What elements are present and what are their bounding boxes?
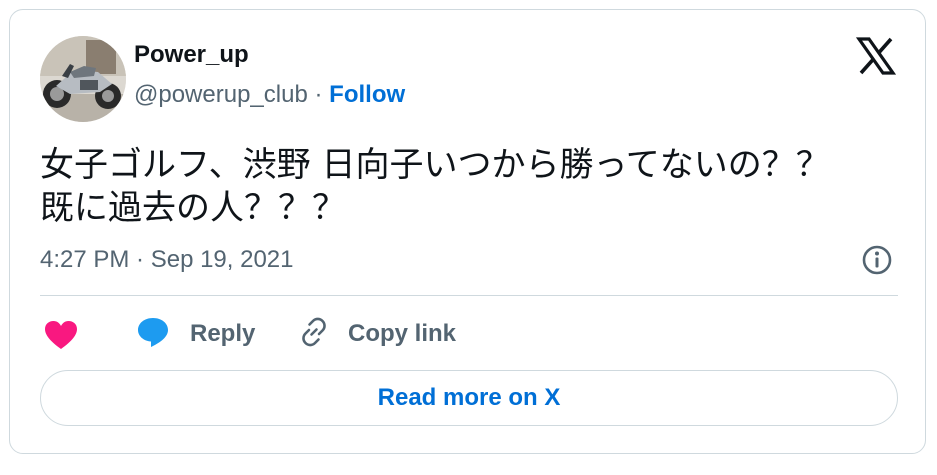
heart-icon[interactable]: [44, 320, 78, 350]
speech-bubble-icon: [136, 316, 170, 353]
motorcycle-avatar-image: [40, 36, 126, 122]
tweet-text-line: 女子ゴルフ、渋野 日向子いつから勝ってないの？？: [40, 145, 830, 185]
author-handle[interactable]: @powerup_club: [134, 81, 308, 108]
tweet-text-line: 既に過去の人？？？: [40, 188, 346, 228]
follow-button[interactable]: Follow: [329, 81, 405, 108]
copy-link-button[interactable]: Copy link: [298, 316, 456, 352]
action-bar: Reply Copy link: [40, 314, 900, 354]
tweet-timestamp[interactable]: 4:27 PM · Sep 19, 2021: [40, 246, 294, 274]
read-more-button[interactable]: Read more on X: [40, 370, 898, 426]
divider: [40, 295, 898, 296]
x-logo-icon[interactable]: [855, 36, 897, 76]
avatar[interactable]: [40, 36, 126, 122]
link-icon: [298, 316, 330, 353]
tweet-text: 女子ゴルフ、渋野 日向子いつから勝ってないの？？ 既に過去の人？？？: [40, 144, 900, 230]
author-display-name[interactable]: Power_up: [134, 41, 249, 69]
info-icon[interactable]: [861, 244, 893, 276]
copy-link-label: Copy link: [348, 320, 457, 347]
handle-separator: ·: [314, 81, 323, 108]
reply-button[interactable]: Reply: [136, 316, 255, 352]
tweet-embed-card: Power_up @powerup_club · Follow 女子ゴルフ、渋野…: [9, 9, 926, 454]
reply-label: Reply: [190, 320, 256, 347]
author-handle-row: @powerup_club · Follow: [134, 81, 405, 109]
